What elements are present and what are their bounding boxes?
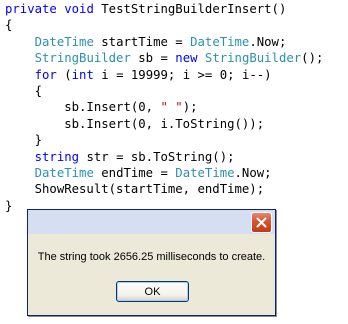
code-line: string str = sb.ToString(); <box>5 149 323 165</box>
code-line: StringBuilder sb = new StringBuilder(); <box>5 50 324 66</box>
code-token: int <box>71 67 94 82</box>
code-token: DateTime <box>175 165 235 180</box>
code-token: new <box>175 51 205 66</box>
close-icon <box>256 217 267 228</box>
code-token: { <box>5 83 43 98</box>
code-line: { <box>5 17 323 33</box>
code-token: void <box>64 2 102 16</box>
code-token: sb = <box>130 51 176 66</box>
code-line: } <box>5 132 323 148</box>
code-token: i = 19999; i >= 0; i--) <box>93 67 272 82</box>
code-line: sb.Insert(0, i.ToString()); <box>5 116 323 132</box>
code-line: DateTime startTime = DateTime.Now; <box>5 34 323 50</box>
code-token: ); <box>182 100 198 115</box>
code-line: DateTime endTime = DateTime.Now; <box>5 165 323 181</box>
screenshot: private void TestStringBuilderInsert(){ … <box>0 0 348 324</box>
code-token: sb.Insert(0, i.ToString()); <box>5 116 265 131</box>
code-token: ShowResult(startTime, endTime); <box>5 182 265 197</box>
code-token: startTime = <box>93 34 191 49</box>
code-line: private void TestStringBuilderInsert() <box>5 1 323 17</box>
code-line: ShowResult(startTime, endTime); <box>5 181 323 197</box>
code-token: TestStringBuilderInsert() <box>101 2 287 16</box>
code-token: StringBuilder <box>34 51 131 66</box>
code-token: (); <box>301 51 324 66</box>
code-token: .Now; <box>249 34 287 49</box>
dialog-body: The string took 2656.25 milliseconds to … <box>28 234 275 315</box>
code-token: " " <box>160 100 183 115</box>
code-token: } <box>5 133 43 148</box>
close-button[interactable] <box>251 212 272 233</box>
code-line: sb.Insert(0, " "); <box>5 99 323 115</box>
code-token: str = sb.ToString(); <box>79 149 235 164</box>
code-token: DateTime <box>34 165 94 180</box>
code-editor[interactable]: private void TestStringBuilderInsert(){ … <box>5 1 323 214</box>
code-token: .Now; <box>234 165 272 180</box>
code-token: endTime = <box>93 165 176 180</box>
code-token: { <box>5 18 13 33</box>
message-box: The string took 2656.25 milliseconds to … <box>27 209 276 316</box>
title-bar[interactable] <box>28 210 275 234</box>
code-token: DateTime <box>190 34 250 49</box>
code-token: ( <box>64 67 72 82</box>
code-token: string <box>34 149 80 164</box>
code-token: for <box>34 67 65 82</box>
code-token: } <box>5 198 13 213</box>
code-line: for (int i = 19999; i >= 0; i--) <box>5 67 323 83</box>
code-line: { <box>5 83 323 99</box>
code-token: sb.Insert(0, <box>5 100 161 115</box>
code-token: private <box>5 2 65 16</box>
code-token: StringBuilder <box>204 51 302 66</box>
ok-button[interactable]: OK <box>116 281 189 302</box>
dialog-message: The string took 2656.25 milliseconds to … <box>37 251 266 263</box>
code-token: DateTime <box>34 34 94 49</box>
